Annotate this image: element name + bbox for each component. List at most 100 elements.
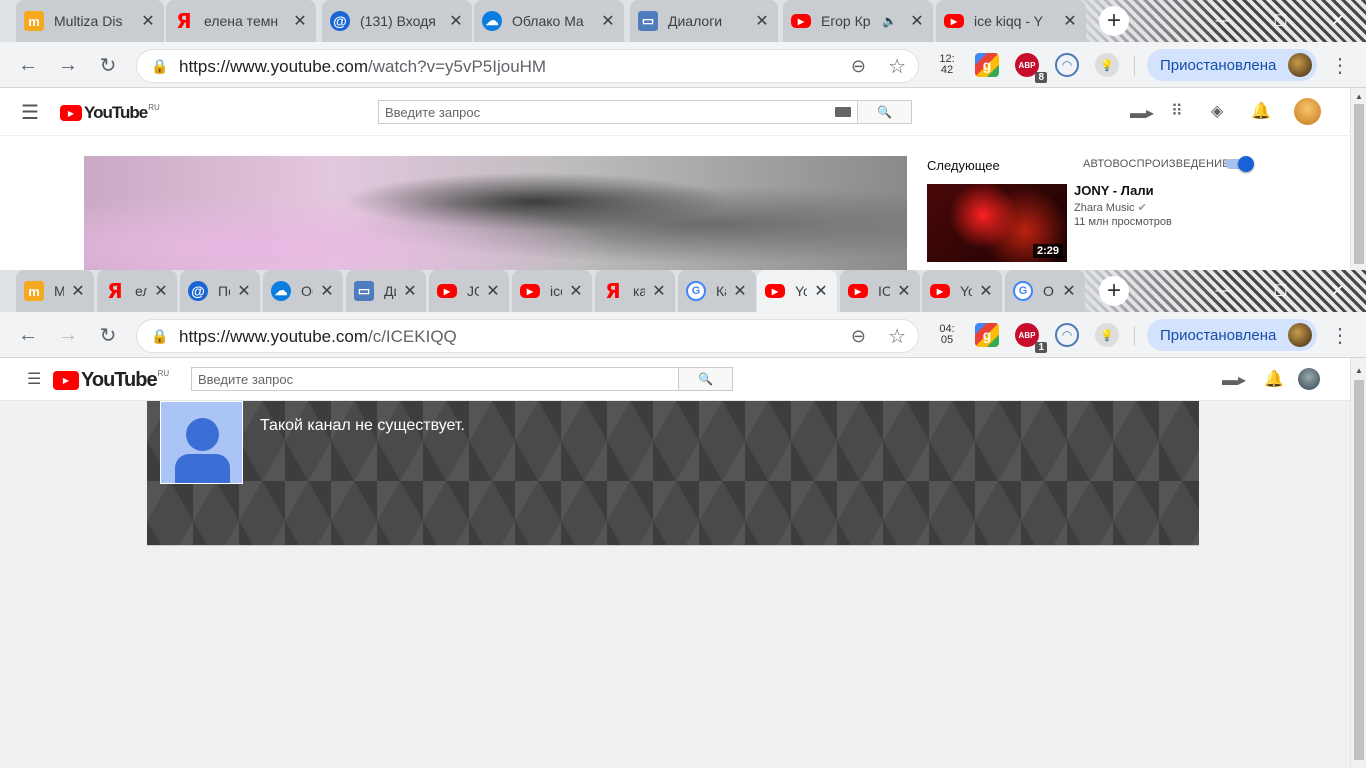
google-extension-icon[interactable]: g xyxy=(975,323,999,347)
close-tab-icon[interactable]: ✕ xyxy=(732,281,748,301)
chrome-menu-icon[interactable]: ⋮ xyxy=(1330,323,1350,347)
browser-tab[interactable]: ▶ YouT ✕ xyxy=(922,270,1002,312)
close-tab-icon[interactable]: ✕ xyxy=(651,281,667,301)
close-tab-icon[interactable]: ✕ xyxy=(909,11,925,31)
browser-tab[interactable]: ▶ ice ki ✕ xyxy=(512,270,592,312)
back-button[interactable]: ← xyxy=(16,53,40,77)
next-video-thumbnail[interactable]: 2:29 xyxy=(927,184,1067,262)
close-tab-icon[interactable]: ✕ xyxy=(754,11,770,31)
zoom-icon[interactable]: ⊖ xyxy=(851,56,866,77)
close-window-button[interactable]: ✕ xyxy=(1309,270,1366,312)
clock-extension[interactable]: 04: 05 xyxy=(935,323,959,347)
profile-button[interactable]: Приостановлена xyxy=(1147,49,1317,81)
new-tab-button[interactable]: + xyxy=(1099,276,1129,306)
shield-extension-icon[interactable]: ◠ xyxy=(1055,53,1079,77)
close-tab-icon[interactable]: ✕ xyxy=(402,281,418,301)
next-video-channel[interactable]: Zhara Music ✔ xyxy=(1074,201,1147,214)
close-tab-icon[interactable]: ✕ xyxy=(896,281,912,301)
close-tab-icon[interactable]: ✕ xyxy=(236,281,252,301)
close-tab-icon[interactable]: ✕ xyxy=(448,11,464,31)
close-tab-icon[interactable]: ✕ xyxy=(600,11,616,31)
browser-tab[interactable]: G О сеі ✕ xyxy=(1005,270,1085,312)
back-button[interactable]: ← xyxy=(16,323,40,347)
forward-button[interactable]: → xyxy=(56,323,80,347)
minimize-button[interactable]: — xyxy=(1195,0,1252,42)
keyboard-icon[interactable] xyxy=(835,107,851,117)
browser-tab[interactable]: Яелена темн ✕ xyxy=(166,0,316,42)
youtube-logo[interactable]: ▶ YouTube RU xyxy=(53,369,169,392)
browser-tab[interactable]: ▶ Егор Кр 🔈 ✕ xyxy=(783,0,933,42)
youtube-logo[interactable]: ▶ YouTube RU xyxy=(60,103,160,123)
next-video-title[interactable]: JONY - Лали xyxy=(1074,183,1154,198)
reload-button[interactable]: ↻ xyxy=(96,53,120,77)
close-tab-icon[interactable]: ✕ xyxy=(978,281,994,301)
browser-tab[interactable]: ▶ Yo ✕ xyxy=(757,270,837,312)
address-bar[interactable]: 🔒 https://www.youtube.com/c/ICEKIQQ ⊖ ☆ xyxy=(136,319,919,353)
autoplay-toggle[interactable] xyxy=(1225,156,1255,172)
account-avatar[interactable] xyxy=(1298,368,1320,390)
browser-tab[interactable]: ▭ Диал ✕ xyxy=(346,270,426,312)
shield-extension-icon[interactable]: ◠ xyxy=(1055,323,1079,347)
hamburger-menu-icon[interactable]: ☰ xyxy=(21,100,39,125)
zoom-icon[interactable]: ⊖ xyxy=(851,326,866,347)
bookmark-star-icon[interactable]: ☆ xyxy=(888,324,906,349)
close-tab-icon[interactable]: ✕ xyxy=(568,281,584,301)
browser-tab[interactable]: @ Почт ✕ xyxy=(180,270,260,312)
close-tab-icon[interactable]: ✕ xyxy=(70,281,86,301)
account-avatar[interactable] xyxy=(1294,98,1321,125)
profile-button[interactable]: Приостановлена xyxy=(1147,319,1317,351)
browser-tab[interactable]: ▶ ice kiqq - Y ✕ xyxy=(936,0,1086,42)
browser-tab[interactable]: ☁ Облако Ma ✕ xyxy=(474,0,624,42)
bulb-extension-icon[interactable]: 💡 xyxy=(1095,53,1119,77)
audio-playing-icon[interactable]: 🔈 xyxy=(882,14,897,28)
close-tab-icon[interactable]: ✕ xyxy=(485,281,501,301)
close-tab-icon[interactable]: ✕ xyxy=(153,281,169,301)
minimize-button[interactable]: — xyxy=(1195,270,1252,312)
search-button[interactable]: 🔍 xyxy=(678,368,732,390)
adblock-plus-icon[interactable]: ABP 8 xyxy=(1015,53,1047,83)
reload-button[interactable]: ↻ xyxy=(96,323,120,347)
clock-extension[interactable]: 12: 42 xyxy=(935,53,959,77)
create-video-icon[interactable]: ▬▸ xyxy=(1130,103,1154,123)
browser-tab[interactable]: Яелен ✕ xyxy=(97,270,177,312)
browser-tab[interactable]: @ (131) Входя ✕ xyxy=(322,0,472,42)
browser-tab[interactable]: m Multiza Dis ✕ xyxy=(16,0,164,42)
maximize-button[interactable]: ☐ xyxy=(1252,0,1309,42)
browser-tab[interactable]: Якак и ✕ xyxy=(595,270,675,312)
scrollbar-window1[interactable]: ▲ xyxy=(1350,88,1366,270)
google-extension-icon[interactable]: g xyxy=(975,53,999,77)
youtube-icon: ▶ xyxy=(437,284,457,298)
browser-tab[interactable]: ▶ JONY ✕ xyxy=(429,270,509,312)
search-input[interactable]: Введите запрос 🔍 xyxy=(378,100,912,124)
close-tab-icon[interactable]: ✕ xyxy=(1061,281,1077,301)
notifications-bell-icon[interactable]: 🔔 xyxy=(1264,369,1284,389)
address-bar[interactable]: 🔒 https://www.youtube.com/watch?v=y5vP5I… xyxy=(136,49,919,83)
maximize-button[interactable]: ☐ xyxy=(1252,270,1309,312)
browser-tab[interactable]: G Как и ✕ xyxy=(678,270,756,312)
search-input[interactable]: Введите запрос 🔍 xyxy=(191,367,733,391)
notifications-bell-icon[interactable]: 🔔 xyxy=(1251,101,1271,121)
adblock-plus-icon[interactable]: ABP 1 xyxy=(1015,323,1047,353)
browser-tab[interactable]: ▶ ICE K ✕ xyxy=(840,270,920,312)
close-tab-icon[interactable]: ✕ xyxy=(292,11,308,31)
close-window-button[interactable]: ✕ xyxy=(1309,0,1366,42)
close-tab-icon[interactable]: ✕ xyxy=(813,281,829,301)
bookmark-star-icon[interactable]: ☆ xyxy=(888,54,906,79)
video-player[interactable] xyxy=(84,156,907,270)
new-tab-button[interactable]: + xyxy=(1099,6,1129,36)
close-tab-icon[interactable]: ✕ xyxy=(319,281,335,301)
messages-icon[interactable]: ◈ xyxy=(1211,101,1223,121)
scrollbar-window2[interactable]: ▲ xyxy=(1350,358,1366,768)
forward-button[interactable]: → xyxy=(56,53,80,77)
browser-tab[interactable]: ▭ Диалоги ✕ xyxy=(630,0,778,42)
hamburger-menu-icon[interactable]: ☰ xyxy=(27,369,41,389)
browser-tab[interactable]: m Multi ✕ xyxy=(16,270,94,312)
search-button[interactable]: 🔍 xyxy=(857,101,911,123)
close-tab-icon[interactable]: ✕ xyxy=(140,11,156,31)
create-video-icon[interactable]: ▬▸ xyxy=(1222,370,1246,390)
browser-tab[interactable]: ☁ Обла ✕ xyxy=(263,270,343,312)
bulb-extension-icon[interactable]: 💡 xyxy=(1095,323,1119,347)
chrome-menu-icon[interactable]: ⋮ xyxy=(1330,53,1350,77)
close-tab-icon[interactable]: ✕ xyxy=(1062,11,1078,31)
apps-grid-icon[interactable]: ⠿ xyxy=(1171,101,1183,121)
